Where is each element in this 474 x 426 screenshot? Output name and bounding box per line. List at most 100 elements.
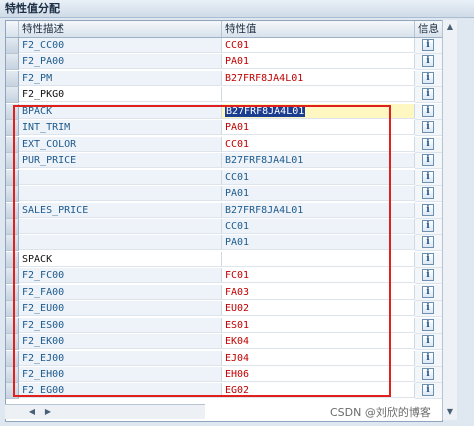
row-selector[interactable] — [6, 334, 19, 351]
row-selector[interactable] — [6, 202, 19, 219]
row-selector[interactable] — [6, 38, 19, 54]
row-selector[interactable] — [6, 235, 19, 252]
horizontal-scrollbar[interactable]: ◀ ▶ — [5, 404, 205, 419]
characteristic-value-field[interactable]: B27FRF8JA4L01 — [222, 103, 431, 119]
table-row: EXT_COLOR CC01 i — [6, 136, 442, 153]
info-icon[interactable]: i — [422, 335, 434, 348]
info-icon[interactable]: i — [422, 269, 434, 282]
info-icon[interactable]: i — [422, 384, 434, 397]
info-icon[interactable]: i — [422, 302, 434, 315]
characteristic-value-field[interactable]: PA01 — [222, 120, 415, 136]
scroll-up-icon[interactable]: ▲ — [444, 21, 456, 33]
characteristic-value-field[interactable]: FC01 — [222, 268, 415, 284]
characteristic-value-field[interactable]: EG02 — [222, 383, 415, 399]
table-row: BPACK B27FRF8JA4L01 i — [6, 103, 442, 120]
row-selector[interactable] — [6, 136, 19, 153]
row-selector[interactable] — [6, 87, 19, 104]
row-selector[interactable] — [6, 301, 19, 318]
row-selector[interactable] — [6, 103, 19, 120]
characteristic-value-field[interactable]: CC01 — [222, 38, 415, 53]
info-cell: i — [415, 169, 442, 186]
info-cell: i — [415, 218, 442, 235]
selected-value-text[interactable]: B27FRF8JA4L01 — [225, 105, 306, 117]
info-cell: i — [415, 120, 442, 137]
table-row: INT_TRIM PA01 i — [6, 120, 442, 137]
info-cell: i — [415, 136, 442, 153]
characteristic-description: F2_EJ00 — [19, 350, 222, 366]
table-row: PA01 i — [6, 186, 442, 203]
characteristic-value-field[interactable]: EU02 — [222, 301, 415, 317]
info-icon[interactable]: i — [422, 351, 434, 364]
characteristic-value-field[interactable]: B27FRF8JA4L01 — [222, 202, 415, 218]
info-cell: i — [415, 268, 442, 285]
table-row: F2_EJ00 EJ04 i — [6, 350, 442, 367]
header-description[interactable]: 特性描述 — [19, 21, 222, 37]
row-selector[interactable] — [6, 284, 19, 301]
characteristic-value-field[interactable]: EJ04 — [222, 350, 415, 366]
characteristic-value-field[interactable]: EK04 — [222, 334, 415, 350]
characteristic-value-field[interactable] — [222, 251, 415, 267]
row-selector[interactable] — [6, 251, 19, 268]
info-icon[interactable]: i — [422, 154, 434, 167]
info-cell: i — [415, 317, 442, 334]
row-selector[interactable] — [6, 70, 19, 87]
characteristic-value-field[interactable]: CC01 — [222, 136, 415, 152]
header-info[interactable]: 信息 — [415, 21, 442, 37]
info-cell: i — [415, 367, 442, 383]
characteristic-value-field[interactable]: PA01 — [222, 235, 415, 251]
select-all-corner[interactable] — [6, 21, 19, 37]
info-icon[interactable]: i — [422, 104, 434, 117]
row-selector[interactable] — [6, 54, 19, 71]
table-row: F2_EU00 EU02 i — [6, 301, 442, 318]
characteristic-value-field[interactable]: FA03 — [222, 284, 415, 300]
characteristic-description: SPACK — [19, 251, 222, 267]
info-icon[interactable]: i — [422, 170, 434, 183]
row-selector[interactable] — [6, 218, 19, 235]
info-cell: i — [415, 251, 442, 268]
row-selector[interactable] — [6, 120, 19, 137]
info-icon[interactable]: i — [422, 203, 434, 216]
characteristic-description: F2_FA00 — [19, 284, 222, 300]
characteristic-value-field[interactable]: EH06 — [222, 367, 415, 382]
info-icon[interactable]: i — [422, 55, 434, 68]
info-icon[interactable]: i — [422, 368, 434, 380]
header-value[interactable]: 特性值 — [222, 21, 415, 37]
characteristic-value-field[interactable]: PA01 — [222, 186, 415, 202]
characteristic-value-field[interactable]: ES01 — [222, 317, 415, 333]
characteristic-value-field[interactable]: CC01 — [222, 218, 415, 234]
info-icon[interactable]: i — [422, 236, 434, 249]
scroll-left-icon[interactable]: ◀ — [27, 407, 37, 417]
row-selector[interactable] — [6, 186, 19, 203]
scroll-right-icon[interactable]: ▶ — [43, 407, 53, 417]
info-icon[interactable]: i — [422, 88, 434, 101]
characteristic-value-field[interactable]: B27FRF8JA4L01 — [222, 153, 415, 169]
info-icon[interactable]: i — [422, 219, 434, 232]
info-icon[interactable]: i — [422, 252, 434, 265]
row-selector[interactable] — [6, 169, 19, 186]
info-cell: i — [415, 153, 442, 170]
table-header: 特性描述 特性值 信息 — [6, 21, 442, 38]
info-icon[interactable]: i — [422, 187, 434, 200]
info-icon[interactable]: i — [422, 285, 434, 298]
info-icon[interactable]: i — [422, 121, 434, 134]
characteristic-value-field[interactable]: B27FRF8JA4L01 — [222, 70, 415, 86]
row-selector[interactable] — [6, 268, 19, 285]
characteristic-value-field[interactable] — [222, 87, 415, 103]
info-cell: i — [415, 301, 442, 318]
vertical-scrollbar[interactable]: ▲ ▼ — [442, 20, 457, 420]
info-icon[interactable]: i — [422, 137, 434, 150]
info-icon[interactable]: i — [422, 71, 434, 84]
info-cell: i — [415, 235, 442, 252]
row-selector[interactable] — [6, 317, 19, 334]
scroll-down-icon[interactable]: ▼ — [444, 406, 456, 418]
characteristic-description: BPACK — [19, 103, 222, 119]
table-row: CC01 i — [6, 169, 442, 186]
row-selector[interactable] — [6, 153, 19, 170]
characteristic-value-field[interactable]: PA01 — [222, 54, 415, 70]
row-selector[interactable] — [6, 367, 19, 383]
info-icon[interactable]: i — [422, 39, 434, 51]
info-icon[interactable]: i — [422, 318, 434, 331]
row-selector[interactable] — [6, 383, 19, 400]
row-selector[interactable] — [6, 350, 19, 367]
characteristic-value-field[interactable]: CC01 — [222, 169, 415, 185]
